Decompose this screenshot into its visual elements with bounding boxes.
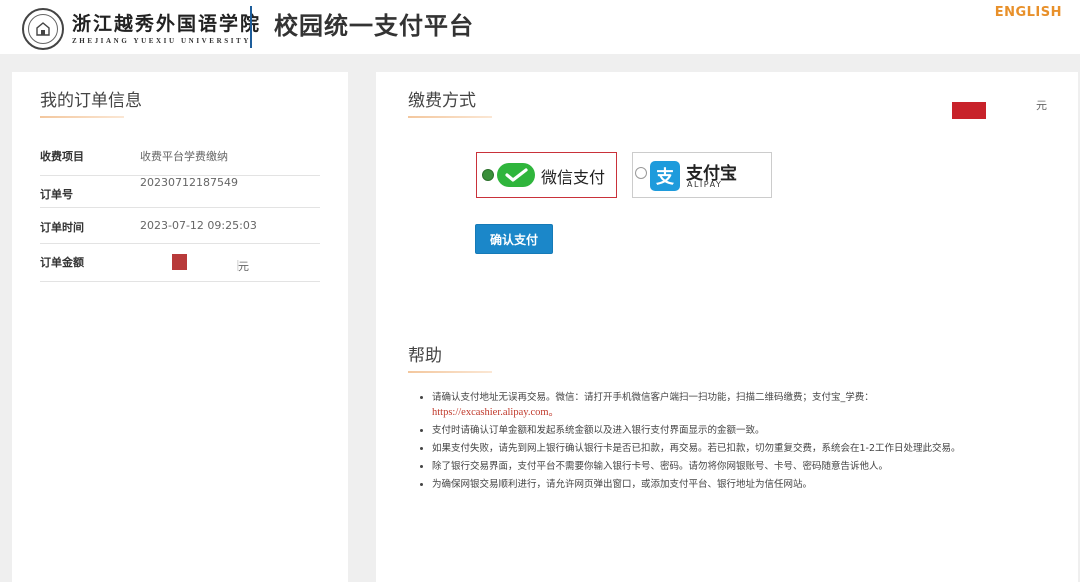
order-row-number: 订单号 20230712187549 — [40, 176, 320, 208]
alipay-radio[interactable] — [635, 167, 647, 179]
wechat-pay-icon — [497, 163, 535, 187]
alipay-en-label: ALIPAY — [687, 180, 723, 189]
alipay-cashier-link[interactable]: https://excashier.alipay.com。 — [432, 407, 559, 418]
help-item: 支付时请确认订单金额和发起系统金额以及进入银行支付界面显示的金额一致。 — [432, 423, 1042, 438]
payment-amount-redacted — [952, 102, 986, 119]
order-time-value: 2023-07-12 09:25:03 — [140, 219, 257, 232]
help-item: 如果支付失败，请先到网上银行确认银行卡是否已扣款，再交易。若已扣款，切勿重复交费… — [432, 441, 1042, 456]
help-title-underline — [408, 371, 492, 373]
payment-panel: 缴费方式 元 微信支付 支 支付宝 ALIPAY 确认支付 帮助 请确认支付地址… — [376, 72, 1078, 582]
order-info-title-underline — [40, 116, 124, 118]
order-row-amount: 订单金额 | 元 — [40, 244, 320, 282]
help-title: 帮助 — [408, 346, 442, 366]
order-number-label: 订单号 — [40, 188, 73, 201]
university-seal-icon — [22, 8, 64, 50]
payment-title-underline — [408, 116, 492, 118]
order-amount-redacted — [172, 254, 187, 270]
university-logo: 浙江越秀外国语学院 ZHEJIANG YUEXIU UNIVERSITY — [22, 8, 261, 50]
order-row-time: 订单时间 2023-07-12 09:25:03 — [40, 208, 320, 244]
wechat-radio[interactable] — [482, 169, 494, 181]
wechat-pay-label: 微信支付 — [541, 168, 606, 187]
english-language-link[interactable]: ENGLISH — [995, 5, 1062, 20]
order-time-label: 订单时间 — [40, 221, 84, 234]
confirm-payment-button[interactable]: 确认支付 — [475, 224, 553, 254]
university-name-cn: 浙江越秀外国语学院 — [72, 13, 262, 35]
wechat-pay-option[interactable]: 微信支付 — [476, 152, 617, 198]
order-info-panel: 我的订单信息 收费项目 收费平台学费缴纳 订单号 20230712187549 … — [12, 72, 348, 582]
help-item: 除了银行交易界面，支付平台不需要你输入银行卡号、密码。请勿将你网银账号、卡号、密… — [432, 459, 1042, 474]
alipay-icon: 支 — [650, 161, 680, 191]
university-name-en: ZHEJIANG YUEXIU UNIVERSITY — [72, 37, 251, 45]
payment-method-title: 缴费方式 — [408, 91, 476, 111]
order-row-item: 收费项目 收费平台学费缴纳 — [40, 142, 320, 176]
order-item-label: 收费项目 — [40, 150, 84, 163]
order-item-value: 收费平台学费缴纳 — [140, 150, 228, 163]
alipay-option[interactable]: 支 支付宝 ALIPAY — [632, 152, 772, 198]
payment-amount-unit: 元 — [1036, 99, 1047, 112]
help-list: 请确认支付地址无误再交易。微信：请打开手机微信客户端扫一扫功能，扫描二维码缴费；… — [432, 390, 1042, 495]
header-divider — [250, 6, 252, 48]
order-number-value: 20230712187549 — [140, 176, 238, 189]
platform-title: 校园统一支付平台 — [274, 12, 474, 40]
help-item: 为确保网银交易顺利进行，请允许网页弹出窗口，或添加支付平台、银行地址为信任网站。 — [432, 477, 1042, 492]
top-header: 浙江越秀外国语学院 ZHEJIANG YUEXIU UNIVERSITY 校园统… — [0, 0, 1080, 54]
order-amount-label: 订单金额 — [40, 256, 84, 269]
help-item: 请确认支付地址无误再交易。微信：请打开手机微信客户端扫一扫功能，扫描二维码缴费；… — [432, 390, 1042, 420]
order-amount-unit: 元 — [238, 260, 249, 273]
order-info-title: 我的订单信息 — [40, 91, 142, 111]
